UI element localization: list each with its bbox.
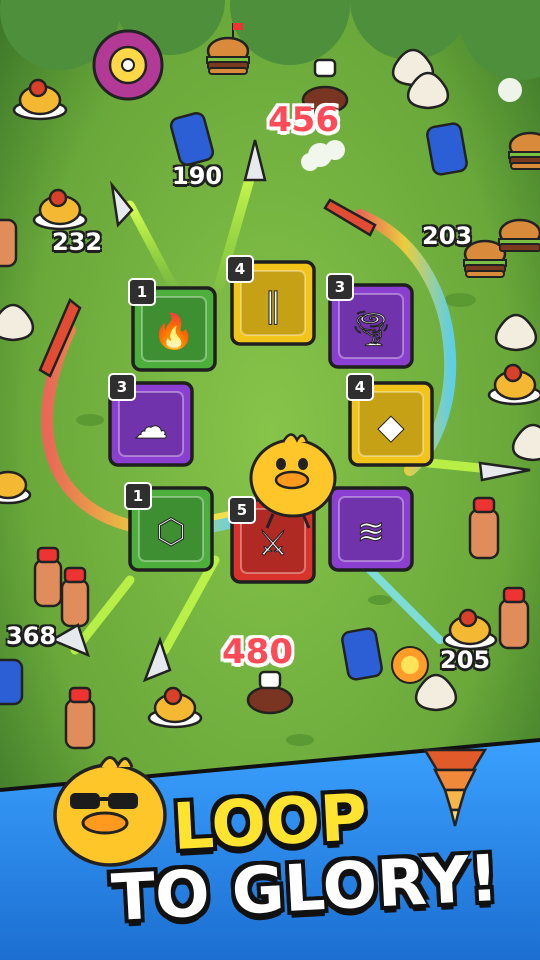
light-beam-icon: ∥ [265,286,282,326]
skill-level-badge: 1 [124,482,152,510]
burger-enemy [508,131,540,170]
skill-level-badge: 3 [326,273,354,301]
skill-level-badge: 5 [228,496,256,524]
wind-icon: ≋ [357,512,386,552]
damage-number: 203 [422,222,473,250]
ice-cube-icon: ◆ [378,407,405,447]
burger-enemy [498,218,540,252]
skill-level-badge: 3 [108,373,136,401]
damage-number: 205 [440,646,491,674]
skill-level-badge: 4 [346,373,374,401]
damage-number: 368 [6,622,57,650]
damage-number: 232 [52,228,103,256]
poison-cloud-icon: ☁ [134,407,168,447]
skill-level-badge: 1 [128,278,156,306]
spinning-blade [92,29,164,101]
damage-number: 190 [172,162,223,190]
tornado-icon: 🌪 [349,309,392,349]
fire-icon: 🔥 [153,312,195,352]
critical-damage-number: 480 [222,632,293,672]
critical-damage-number: 456 [268,100,339,140]
skill-level-badge: 4 [226,255,254,283]
shield-icon: ⬡ [156,512,186,552]
sword-icon: ⚔ [258,524,288,564]
skill-tile-wind: ≋ [328,486,414,572]
fire-burst [391,646,429,684]
